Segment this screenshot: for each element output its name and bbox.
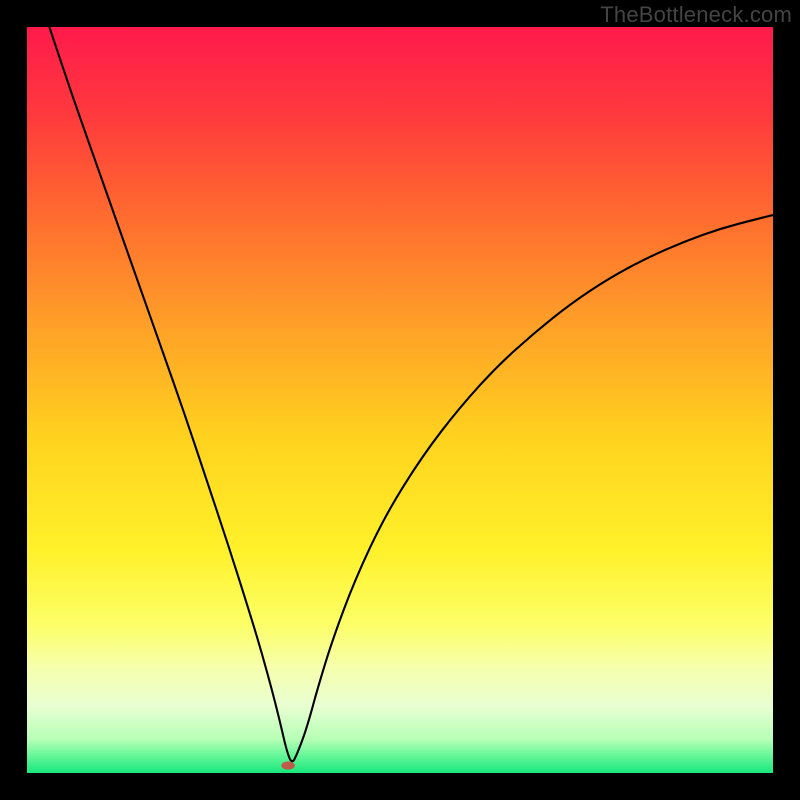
optimum-marker (281, 761, 294, 769)
plot-area (27, 27, 773, 773)
watermark-text: TheBottleneck.com (600, 2, 792, 28)
bottleneck-chart (27, 27, 773, 773)
gradient-background (27, 27, 773, 773)
chart-frame: TheBottleneck.com (0, 0, 800, 800)
